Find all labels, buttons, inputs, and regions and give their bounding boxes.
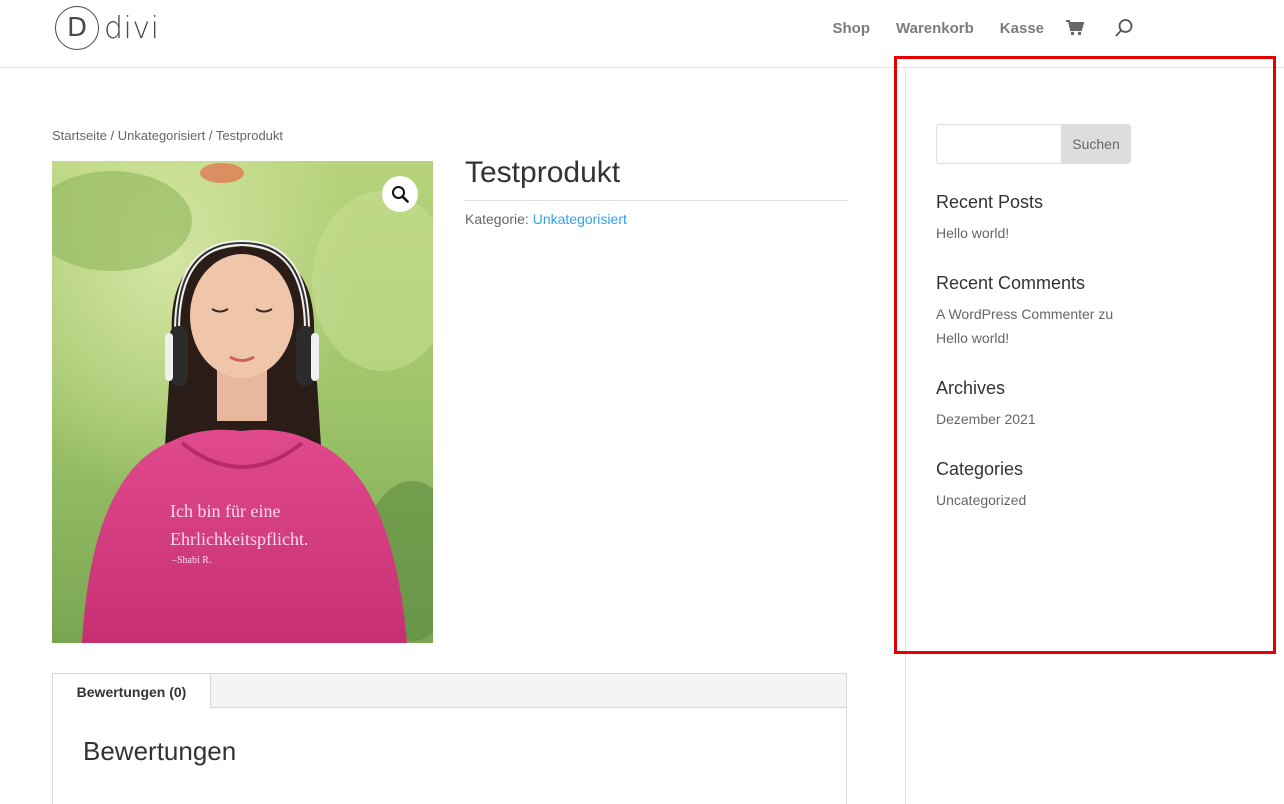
product-image[interactable]: Ich bin für eine Ehrlichkeitspflicht. –S… — [52, 161, 433, 643]
site-header: D divi Shop Warenkorb Kasse — [0, 0, 1284, 68]
cart-icon[interactable] — [1066, 20, 1084, 36]
reviews-heading: Bewertungen — [83, 736, 237, 766]
list-item: Uncategorized — [936, 488, 1236, 512]
categories-title: Categories — [936, 459, 1024, 479]
sidebar-search-form: Suchen — [936, 124, 1131, 164]
category-link[interactable]: Unkategorisiert — [533, 211, 627, 227]
main-nav: Shop Warenkorb Kasse — [833, 18, 1135, 38]
list-item: Dezember 2021 — [936, 407, 1236, 431]
image-quote-line1: Ich bin für eine — [170, 501, 280, 521]
breadcrumb: Startseite / Unkategorisiert / Testprodu… — [52, 128, 283, 143]
search-button[interactable]: Suchen — [1061, 124, 1131, 164]
tab-reviews[interactable]: Bewertungen (0) — [53, 674, 211, 709]
sidebar: Suchen Recent Posts Hello world! Recent … — [936, 124, 1236, 512]
logo-text: divi — [104, 10, 160, 46]
search-icon[interactable] — [1114, 18, 1134, 38]
nav-warenkorb[interactable]: Warenkorb — [896, 20, 974, 37]
product-summary: Testprodukt Kategorie: Unkategorisiert — [465, 156, 847, 227]
breadcrumb-current: Testprodukt — [215, 128, 284, 143]
recent-posts-title: Recent Posts — [936, 192, 1044, 212]
logo-mark: D — [55, 6, 99, 50]
recent-posts-list: Hello world! — [936, 221, 1236, 245]
category-item-link[interactable]: Uncategorized — [936, 492, 1026, 508]
archives-title: Archives — [936, 378, 1006, 398]
nav-shop[interactable]: Shop — [833, 20, 871, 37]
comment-author: A WordPress Commenter — [936, 306, 1095, 322]
list-item: A WordPress Commenter zu Hello world! — [936, 302, 1126, 350]
site-logo[interactable]: D divi — [55, 5, 159, 51]
breadcrumb-category[interactable]: Unkategorisiert — [118, 128, 205, 143]
recent-post-link[interactable]: Hello world! — [936, 225, 1009, 241]
archives-list: Dezember 2021 — [936, 407, 1236, 431]
comment-connector: zu — [1094, 306, 1114, 322]
magnifier-icon — [391, 185, 409, 203]
image-quote-author: –Shabi R. — [171, 555, 211, 566]
breadcrumb-separator: / — [205, 128, 216, 143]
list-item: Hello world! — [936, 221, 1236, 245]
recent-comments-list: A WordPress Commenter zu Hello world! — [936, 302, 1236, 350]
recent-comments-title: Recent Comments — [936, 273, 1086, 293]
product-meta: Kategorie: Unkategorisiert — [465, 211, 847, 227]
product-title: Testprodukt — [465, 156, 847, 201]
product-tabs: Bewertungen (0) Bewertungen — [52, 673, 847, 804]
breadcrumb-home[interactable]: Startseite — [52, 128, 107, 143]
sidebar-divider — [905, 68, 906, 804]
search-input[interactable] — [936, 124, 1061, 164]
image-quote-line2: Ehrlichkeitspflicht. — [170, 529, 308, 549]
categories-list: Uncategorized — [936, 488, 1236, 512]
tab-bar: Bewertungen (0) — [53, 674, 846, 709]
nav-kasse[interactable]: Kasse — [1000, 20, 1044, 37]
comment-post-link[interactable]: Hello world! — [936, 330, 1009, 346]
breadcrumb-separator: / — [106, 128, 118, 143]
archive-link[interactable]: Dezember 2021 — [936, 411, 1036, 427]
category-label: Kategorie: — [465, 211, 533, 227]
zoom-button[interactable] — [382, 176, 418, 212]
